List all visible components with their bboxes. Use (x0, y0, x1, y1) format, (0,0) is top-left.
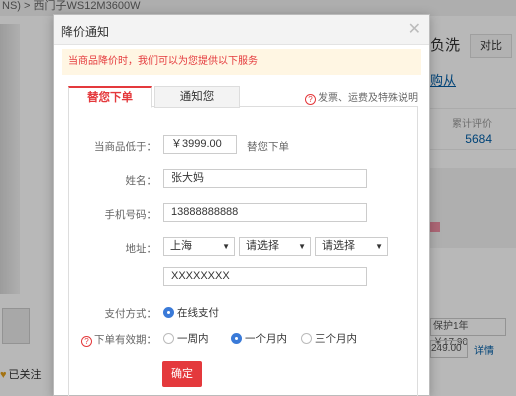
chevron-down-icon: ▼ (222, 242, 230, 251)
validity-option-label: 一个月内 (245, 333, 287, 345)
name-label: 姓名： (125, 175, 158, 187)
radio-icon (301, 333, 312, 344)
help-text: 发票、运费及特殊说明 (318, 93, 418, 104)
price-label: 当商品低于： (94, 141, 157, 153)
notice-banner: 当商品降价时，我们可以为您提供以下服务 (62, 49, 421, 75)
price-suffix: 替您下单 (247, 141, 289, 153)
phone-input[interactable]: 13888888888 (163, 203, 367, 222)
validity-option-week[interactable]: 一周内 (163, 331, 209, 346)
name-input[interactable]: 张大妈 (163, 169, 367, 188)
address-label: 地址： (125, 243, 158, 255)
city-value: 请选择 (246, 240, 279, 252)
validity-label-wrap: ? 下单有效期： (69, 332, 157, 347)
payment-value: 在线支付 (177, 307, 219, 319)
province-select[interactable]: 上海 ▼ (163, 237, 235, 256)
district-value: 请选择 (322, 240, 355, 252)
tab-notify-you[interactable]: 通知您 (154, 86, 240, 108)
price-input[interactable]: ￥3999.00 (163, 135, 237, 154)
radio-icon (163, 333, 174, 344)
province-value: 上海 (170, 240, 192, 252)
district-select[interactable]: 请选择 ▼ (315, 237, 388, 256)
validity-label: 下单有效期： (94, 334, 157, 346)
validity-option-three-months[interactable]: 三个月内 (301, 331, 357, 346)
phone-label: 手机号码： (104, 209, 158, 221)
price-drop-dialog: 降价通知 ✕ 当商品降价时，我们可以为您提供以下服务 替您下单 通知您 ? 发票、… (53, 14, 430, 396)
close-icon[interactable]: ✕ (408, 19, 421, 39)
radio-selected-icon (163, 307, 174, 318)
help-link[interactable]: ? 发票、运费及特殊说明 (305, 89, 418, 105)
chevron-down-icon: ▼ (375, 242, 383, 251)
validity-option-label: 一周内 (177, 333, 209, 345)
dialog-header: 降价通知 ✕ (54, 15, 429, 45)
tab-order-for-you[interactable]: 替您下单 (68, 86, 152, 108)
chevron-down-icon: ▼ (298, 242, 306, 251)
validity-option-month[interactable]: 一个月内 (231, 331, 287, 346)
payment-label: 支付方式： (104, 308, 158, 320)
question-icon: ? (305, 94, 316, 105)
radio-selected-icon (231, 333, 242, 344)
submit-button[interactable]: 确定 (162, 361, 202, 387)
validity-option-label: 三个月内 (315, 333, 357, 345)
payment-online-radio[interactable]: 在线支付 (163, 305, 219, 320)
city-select[interactable]: 请选择 ▼ (239, 237, 311, 256)
question-icon[interactable]: ? (81, 336, 92, 347)
order-form-panel: 当商品低于： ￥3999.00 替您下单 姓名： 张大妈 手机号码： 13888… (68, 107, 418, 396)
dialog-title: 降价通知 (61, 25, 110, 39)
tab-bar: 替您下单 通知您 ? 发票、运费及特殊说明 (68, 85, 418, 108)
address-detail-input[interactable]: XXXXXXXX (163, 267, 367, 286)
